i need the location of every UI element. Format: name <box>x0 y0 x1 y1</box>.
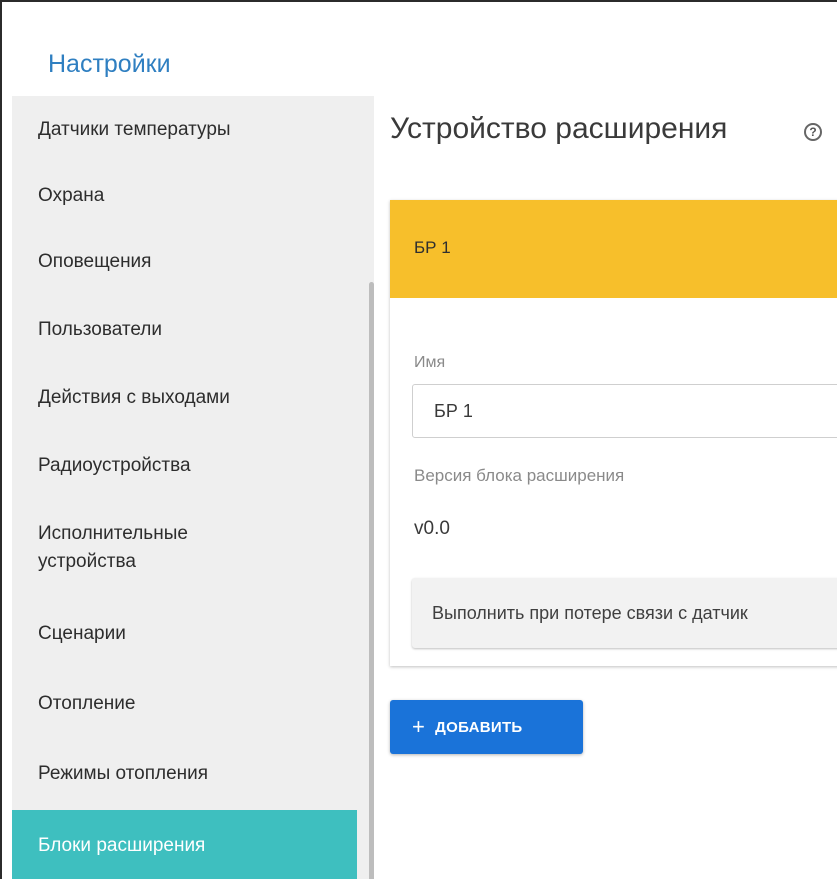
sidebar-item-heating-modes[interactable]: Режимы отопления <box>12 760 357 788</box>
sidebar-item-users[interactable]: Пользователи <box>12 316 357 344</box>
add-button[interactable]: + ДОБАВИТЬ <box>390 700 583 754</box>
app-header: Настройки <box>2 2 837 96</box>
sidebar-item-output-actions[interactable]: Действия с выходами <box>12 384 357 412</box>
app-window: Настройки Датчики температуры Охрана Опо… <box>0 0 837 879</box>
sidebar-item-expansion-blocks[interactable]: Блоки расширения <box>12 810 357 879</box>
card-header[interactable]: БР 1 <box>390 200 837 298</box>
version-label: Версия блока расширения <box>414 466 625 485</box>
expansion-device-card: БР 1 Имя Версия блока расширения v0.0 Вы… <box>390 200 837 666</box>
help-circle-icon[interactable]: ? <box>804 123 822 141</box>
plus-icon: + <box>412 714 426 739</box>
sidebar-item-temperature-sensors[interactable]: Датчики температуры <box>12 116 357 144</box>
sidebar-item-notifications[interactable]: Оповещения <box>12 248 357 276</box>
page-title: Устройство расширения <box>390 112 728 145</box>
sidebar-item-scenarios[interactable]: Сценарии <box>12 620 357 648</box>
version-value: v0.0 <box>414 518 450 539</box>
sidebar-item-radio-devices[interactable]: Радиоустройства <box>12 452 357 480</box>
on-lost-connection-button[interactable]: Выполнить при потере связи с датчик <box>412 578 837 648</box>
sidebar-item-heating[interactable]: Отопление <box>12 690 357 718</box>
name-label: Имя <box>414 354 446 371</box>
main-content: Устройство расширения ? БР 1 Имя Версия … <box>374 96 837 879</box>
sidebar-item-security[interactable]: Охрана <box>12 182 357 210</box>
name-input[interactable] <box>412 384 837 438</box>
sidebar: Датчики температуры Охрана Оповещения По… <box>12 96 374 879</box>
card-header-title: БР 1 <box>414 238 451 257</box>
add-button-label: ДОБАВИТЬ <box>435 719 523 736</box>
sidebar-item-actuators[interactable]: Исполнительные устройства <box>12 520 357 576</box>
app-title: Настройки <box>48 50 171 78</box>
